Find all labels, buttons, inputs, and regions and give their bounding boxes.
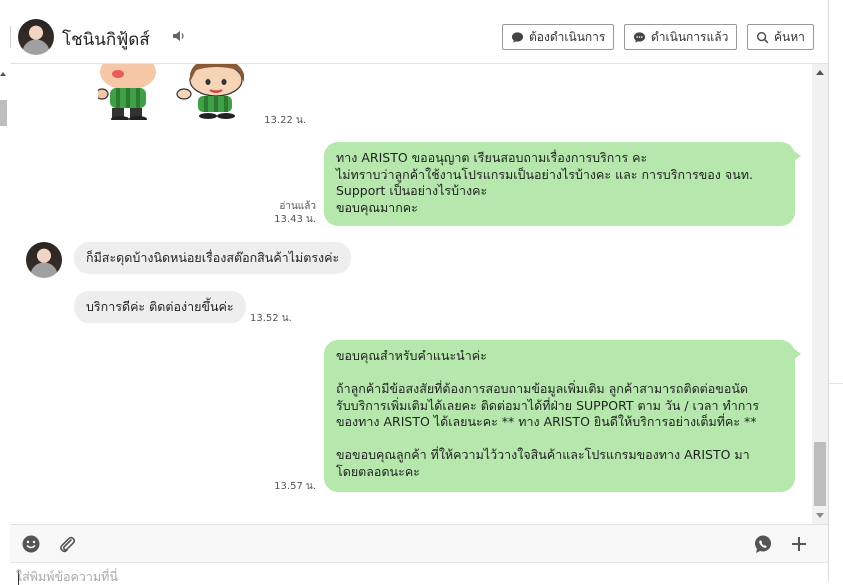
message-read-status: อ่านแล้ว (279, 201, 316, 212)
speech-bubble-icon (511, 31, 524, 43)
sender-avatar[interactable] (26, 242, 62, 278)
chat-header: โชนินกิฟู้ดส์ ต้องดำเนินการ ดำเนินการแล้… (10, 10, 828, 64)
message-list: 13.22 น. อ่านแล้ว 13.43 น. ทาง ARISTO ขอ… (10, 64, 812, 524)
contact-name[interactable]: โชนินกิฟู้ดส์ (62, 26, 150, 53)
todo-label: ต้องดำเนินการ (529, 29, 606, 44)
divider (829, 383, 843, 384)
attachment-icon[interactable] (57, 534, 77, 554)
message-scrollbar[interactable] (812, 64, 828, 524)
search-icon (756, 31, 769, 43)
composer-toolbar (10, 524, 828, 562)
message-time: 13.22 น. (264, 115, 306, 126)
scroll-thumb[interactable] (0, 100, 7, 126)
speaker-icon[interactable] (172, 29, 186, 43)
incoming-message[interactable]: บริการดีค่ะ ติดต่อง่ายขึ้นค่ะ (74, 291, 246, 323)
done-button[interactable]: ดำเนินการแล้ว (624, 24, 738, 50)
message-composer (10, 562, 828, 585)
divider (10, 26, 11, 48)
sticker-image[interactable] (98, 64, 258, 120)
scroll-thumb[interactable] (814, 442, 826, 506)
scroll-up-arrow-icon[interactable] (816, 70, 824, 75)
search-label: ค้นหา (774, 29, 805, 44)
speech-bubble-dots-icon (633, 31, 646, 43)
side-scrollbar[interactable] (0, 64, 8, 524)
scroll-down-arrow-icon[interactable] (816, 513, 824, 518)
plus-icon[interactable] (789, 534, 809, 554)
outgoing-message[interactable]: ทาง ARISTO ขออนุญาต เรียนสอบถามเรื่องการ… (324, 142, 801, 226)
scroll-up-arrow-icon[interactable] (0, 72, 6, 76)
incoming-message[interactable]: ก็มีสะดุดบ้างนิดหน่อยเรื่องสต๊อกสินค้าไม… (74, 242, 352, 274)
message-input[interactable] (16, 567, 796, 585)
search-button[interactable]: ค้นหา (747, 24, 814, 50)
message-time: 13.43 น. (274, 214, 316, 225)
outgoing-message[interactable]: ขอบคุณสำหรับคำแนะนำค่ะ ถ้าลูกค้ามีข้อสงส… (324, 340, 801, 492)
contact-avatar[interactable] (18, 19, 54, 55)
done-label: ดำเนินการแล้ว (651, 29, 729, 44)
message-time: 13.57 น. (274, 481, 316, 492)
chat-window: โชนินกิฟู้ดส์ ต้องดำเนินการ ดำเนินการแล้… (0, 0, 829, 585)
emoji-icon[interactable] (21, 534, 41, 554)
side-panel-edge (829, 0, 843, 582)
chat-bubble-icon[interactable] (753, 534, 773, 554)
todo-button[interactable]: ต้องดำเนินการ (502, 24, 615, 50)
message-time: 13.52 น. (250, 313, 292, 324)
